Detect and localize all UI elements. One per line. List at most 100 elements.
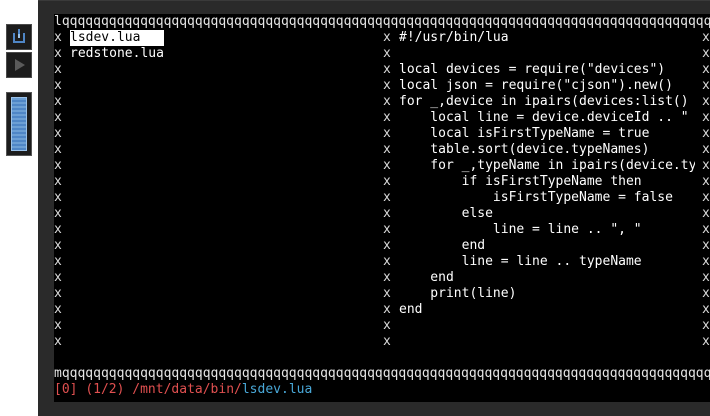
border-x-char: x	[383, 62, 391, 77]
border-x-char: x	[54, 30, 62, 45]
left-border: xxxxxxxxxxxxxxxxxxxx	[54, 30, 64, 350]
code-line: end	[399, 302, 423, 317]
border-x-char: x	[54, 62, 62, 77]
border-x-char: x	[54, 110, 62, 125]
border-x-char: x	[54, 46, 62, 61]
border-x-char: x	[702, 206, 710, 221]
border-x-char: x	[383, 110, 391, 125]
divider-border: xxxxxxxxxxxxxxxxxxxx	[383, 30, 393, 350]
border-x-char: x	[383, 286, 391, 301]
border-x-char: x	[702, 286, 710, 301]
border-x-char: x	[702, 94, 710, 109]
border-x-char: x	[54, 94, 62, 109]
border-x-char: x	[383, 158, 391, 173]
border-x-char: x	[383, 30, 391, 45]
border-x-char: x	[383, 302, 391, 317]
border-x-char: x	[54, 270, 62, 285]
code-line: table.sort(device.typeNames)	[399, 142, 650, 157]
bottom-border: mqqqqqqqqqqqqqqqqqqqqqqqqqqqqqqqqqqqqqqq…	[54, 366, 710, 381]
code-line: local devices = require("devices")	[399, 62, 666, 77]
border-x-char: x	[383, 190, 391, 205]
status-filename: lsdev.lua	[241, 382, 313, 397]
border-x-char: x	[383, 78, 391, 93]
code-line: local json = require("cjson").new()	[399, 78, 673, 93]
code-line: end	[399, 270, 454, 285]
status-count: (1/2)	[85, 382, 125, 397]
border-x-char: x	[383, 318, 391, 333]
scrollbar-track[interactable]	[6, 92, 32, 156]
file-item-redstone[interactable]: redstone.lua	[70, 46, 164, 62]
power-icon	[13, 29, 25, 43]
code-line: local isFirstTypeName = true	[399, 126, 650, 141]
play-icon	[15, 59, 25, 71]
border-x-char: x	[383, 222, 391, 237]
border-x-char: x	[383, 126, 391, 141]
border-x-char: x	[54, 190, 62, 205]
border-x-char: x	[54, 158, 62, 173]
terminal-window: lqqqqqqqqqqqqqqqqqqqqqqqqqqqqqqqqqqqqqqq…	[38, 0, 710, 416]
code-line: for _,device in ipairs(devices:list()	[399, 94, 689, 109]
border-x-char: x	[702, 238, 710, 253]
border-x-char: x	[702, 318, 710, 333]
border-x-char: x	[702, 334, 710, 349]
power-button[interactable]	[6, 24, 32, 50]
code-line: print(line)	[399, 286, 517, 301]
border-x-char: x	[702, 222, 710, 237]
border-x-char: x	[702, 302, 710, 317]
code-preview: #!/usr/bin/lua local devices = require("d…	[399, 30, 695, 318]
border-x-char: x	[702, 30, 710, 45]
toolbar	[0, 0, 38, 416]
border-x-char: x	[54, 78, 62, 93]
border-x-char: x	[54, 334, 62, 349]
border-x-char: x	[54, 238, 62, 253]
border-x-char: x	[383, 206, 391, 221]
code-line: line = line .. typeName	[399, 254, 642, 269]
code-line: if isFirstTypeName then	[399, 174, 642, 189]
border-x-char: x	[383, 334, 391, 349]
border-x-char: x	[54, 126, 62, 141]
border-x-char: x	[54, 318, 62, 333]
border-x-char: x	[383, 238, 391, 253]
play-button[interactable]	[6, 52, 32, 78]
status-path: /mnt/data/bin/	[132, 382, 242, 397]
border-x-char: x	[54, 142, 62, 157]
border-x-char: x	[383, 254, 391, 269]
code-line: local line = device.deviceId .. "	[399, 110, 689, 125]
border-x-char: x	[702, 126, 710, 141]
border-x-char: x	[54, 206, 62, 221]
border-x-char: x	[702, 158, 710, 173]
scrollbar-thumb[interactable]	[11, 97, 27, 151]
border-x-char: x	[54, 174, 62, 189]
border-x-char: x	[383, 46, 391, 61]
border-x-char: x	[383, 270, 391, 285]
code-line: else	[399, 206, 493, 221]
file-item-lsdev[interactable]: lsdev.lua	[70, 30, 164, 46]
code-line: #!/usr/bin/lua	[399, 30, 509, 45]
border-x-char: x	[702, 46, 710, 61]
right-border: xxxxxxxxxxxxxxxxxxxx	[702, 30, 710, 350]
code-line: for _,typeName in ipairs(device.ty	[399, 158, 695, 173]
border-x-char: x	[54, 286, 62, 301]
border-x-char: x	[54, 254, 62, 269]
border-x-char: x	[702, 174, 710, 189]
code-line: end	[399, 238, 486, 253]
border-x-char: x	[702, 62, 710, 77]
border-x-char: x	[702, 270, 710, 285]
status-index: [0]	[54, 382, 78, 397]
border-x-char: x	[702, 190, 710, 205]
border-x-char: x	[702, 78, 710, 93]
border-x-char: x	[702, 110, 710, 125]
border-x-char: x	[702, 142, 710, 157]
file-list: lsdev.lua redstone.lua	[70, 30, 164, 62]
terminal-screen[interactable]: lqqqqqqqqqqqqqqqqqqqqqqqqqqqqqqqqqqqqqqq…	[54, 14, 710, 402]
border-x-char: x	[383, 142, 391, 157]
border-x-char: x	[383, 174, 391, 189]
border-x-char: x	[54, 222, 62, 237]
border-x-char: x	[383, 94, 391, 109]
code-line: isFirstTypeName = false	[399, 190, 673, 205]
top-border: lqqqqqqqqqqqqqqqqqqqqqqqqqqqqqqqqqqqqqqq…	[54, 14, 710, 29]
status-bar: [0] (1/2) /mnt/data/bin/lsdev.lua	[54, 382, 312, 398]
code-line: line = line .. ", "	[399, 222, 642, 237]
border-x-char: x	[702, 254, 710, 269]
